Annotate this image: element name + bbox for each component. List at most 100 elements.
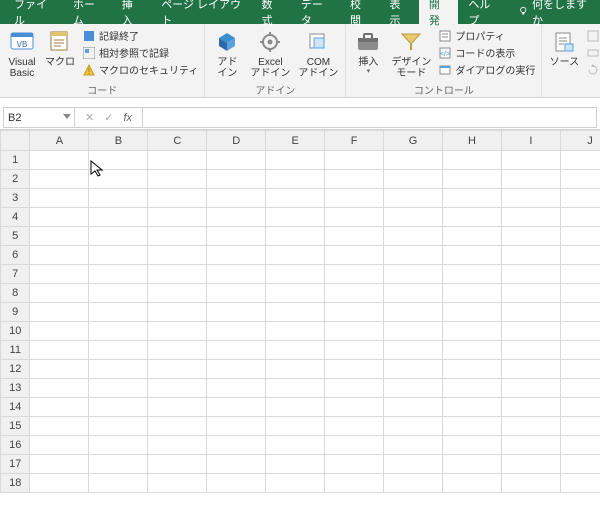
cell[interactable]: [384, 360, 443, 379]
row-header[interactable]: 14: [1, 398, 30, 417]
cell[interactable]: [501, 360, 560, 379]
row-header[interactable]: 1: [1, 151, 30, 170]
cell[interactable]: [501, 341, 560, 360]
cell[interactable]: [384, 208, 443, 227]
tab-help[interactable]: ヘルプ: [458, 0, 507, 24]
cell[interactable]: [443, 151, 502, 170]
cell[interactable]: [89, 398, 148, 417]
cell[interactable]: [560, 398, 600, 417]
cell[interactable]: [266, 189, 325, 208]
cell[interactable]: [384, 303, 443, 322]
excel-addins-button[interactable]: Excel アドイン: [247, 26, 293, 81]
cell[interactable]: [384, 474, 443, 493]
cell[interactable]: [89, 341, 148, 360]
cell[interactable]: [325, 208, 384, 227]
cell[interactable]: [148, 455, 207, 474]
cell[interactable]: [148, 246, 207, 265]
macros-button[interactable]: マクロ: [42, 26, 78, 70]
cell[interactable]: [384, 189, 443, 208]
insert-control-button[interactable]: 挿入 ▾: [350, 26, 386, 78]
cancel-formula-button[interactable]: ✕: [85, 111, 94, 124]
cell[interactable]: [207, 417, 266, 436]
cell[interactable]: [148, 170, 207, 189]
enter-formula-button[interactable]: ✓: [104, 111, 113, 124]
cell[interactable]: [560, 303, 600, 322]
cell[interactable]: [384, 379, 443, 398]
column-header[interactable]: J: [560, 131, 600, 151]
cell[interactable]: [443, 265, 502, 284]
cell[interactable]: [443, 322, 502, 341]
cell[interactable]: [89, 227, 148, 246]
addins-button[interactable]: アド イン: [209, 26, 245, 81]
cell[interactable]: [266, 341, 325, 360]
cell[interactable]: [325, 417, 384, 436]
cell[interactable]: [89, 436, 148, 455]
cell[interactable]: [443, 379, 502, 398]
cell[interactable]: [384, 246, 443, 265]
tab-view[interactable]: 表示: [379, 0, 418, 24]
cell[interactable]: [325, 379, 384, 398]
cell[interactable]: [30, 284, 89, 303]
cell[interactable]: [325, 436, 384, 455]
cell[interactable]: [148, 303, 207, 322]
row-header[interactable]: 16: [1, 436, 30, 455]
cell[interactable]: [207, 341, 266, 360]
column-header[interactable]: G: [384, 131, 443, 151]
cell[interactable]: [89, 474, 148, 493]
cell[interactable]: [266, 151, 325, 170]
cell[interactable]: [384, 284, 443, 303]
row-header[interactable]: 10: [1, 322, 30, 341]
select-all-corner[interactable]: [1, 131, 30, 151]
cell[interactable]: [30, 208, 89, 227]
cell[interactable]: [443, 303, 502, 322]
cell[interactable]: [266, 170, 325, 189]
cell[interactable]: [148, 360, 207, 379]
cell[interactable]: [501, 455, 560, 474]
cell[interactable]: [501, 265, 560, 284]
cell[interactable]: [89, 265, 148, 284]
cell[interactable]: [560, 360, 600, 379]
cell[interactable]: [443, 398, 502, 417]
cell[interactable]: [325, 341, 384, 360]
cell[interactable]: [325, 474, 384, 493]
cell[interactable]: [443, 246, 502, 265]
cell[interactable]: [501, 208, 560, 227]
cell[interactable]: [501, 170, 560, 189]
cell[interactable]: [89, 303, 148, 322]
cell[interactable]: [325, 246, 384, 265]
cell[interactable]: [89, 455, 148, 474]
cell[interactable]: [325, 227, 384, 246]
cell[interactable]: [325, 151, 384, 170]
cell[interactable]: [207, 189, 266, 208]
cell[interactable]: [207, 303, 266, 322]
design-mode-button[interactable]: デザイン モード: [388, 26, 434, 81]
cell[interactable]: [207, 246, 266, 265]
row-header[interactable]: 15: [1, 417, 30, 436]
cell[interactable]: [384, 436, 443, 455]
cell[interactable]: [560, 379, 600, 398]
cell[interactable]: [207, 474, 266, 493]
cell[interactable]: [384, 227, 443, 246]
tab-review[interactable]: 校閲: [340, 0, 379, 24]
cell[interactable]: [148, 208, 207, 227]
cell[interactable]: [325, 303, 384, 322]
cell[interactable]: [560, 265, 600, 284]
cell[interactable]: [384, 322, 443, 341]
cell[interactable]: [30, 265, 89, 284]
column-header[interactable]: H: [443, 131, 502, 151]
cell[interactable]: [148, 398, 207, 417]
cell[interactable]: [207, 360, 266, 379]
cell[interactable]: [207, 436, 266, 455]
cell[interactable]: [443, 360, 502, 379]
cell[interactable]: [148, 341, 207, 360]
cell[interactable]: [266, 246, 325, 265]
tab-data[interactable]: データ: [291, 0, 340, 24]
chevron-down-icon[interactable]: [63, 114, 71, 119]
cell[interactable]: [148, 322, 207, 341]
cell[interactable]: [443, 284, 502, 303]
cell[interactable]: [148, 436, 207, 455]
column-header[interactable]: F: [325, 131, 384, 151]
cell[interactable]: [148, 284, 207, 303]
run-dialog-button[interactable]: ダイアログの実行: [436, 61, 537, 78]
xml-source-button[interactable]: ソース: [546, 26, 582, 70]
